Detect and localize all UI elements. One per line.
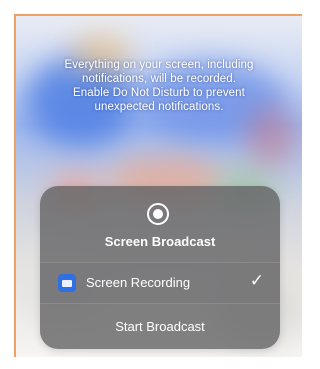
option-screen-recording[interactable]: Screen Recording ✓ bbox=[40, 262, 280, 304]
screen-broadcast-sheet: Screen Broadcast Screen Recording ✓ Star… bbox=[40, 186, 280, 349]
screen-frame: Everything on your screen, including not… bbox=[14, 14, 302, 357]
background-blur-shape bbox=[246, 106, 296, 166]
notice-line: unexpected notifications. bbox=[94, 101, 224, 113]
screen-recording-app-icon bbox=[58, 274, 76, 292]
record-icon bbox=[147, 203, 169, 225]
notice-line: notifications, will be recorded. bbox=[81, 73, 237, 85]
option-label: Screen Recording bbox=[86, 275, 191, 290]
notice-line: Enable Do Not Disturb to prevent bbox=[73, 87, 245, 99]
sheet-title: Screen Broadcast bbox=[104, 234, 216, 249]
notice-line: Everything on your screen, including bbox=[64, 59, 254, 71]
start-broadcast-button[interactable]: Start Broadcast bbox=[40, 312, 280, 342]
checkmark-icon: ✓ bbox=[249, 271, 264, 290]
recording-notice: Everything on your screen, including not… bbox=[34, 58, 284, 114]
